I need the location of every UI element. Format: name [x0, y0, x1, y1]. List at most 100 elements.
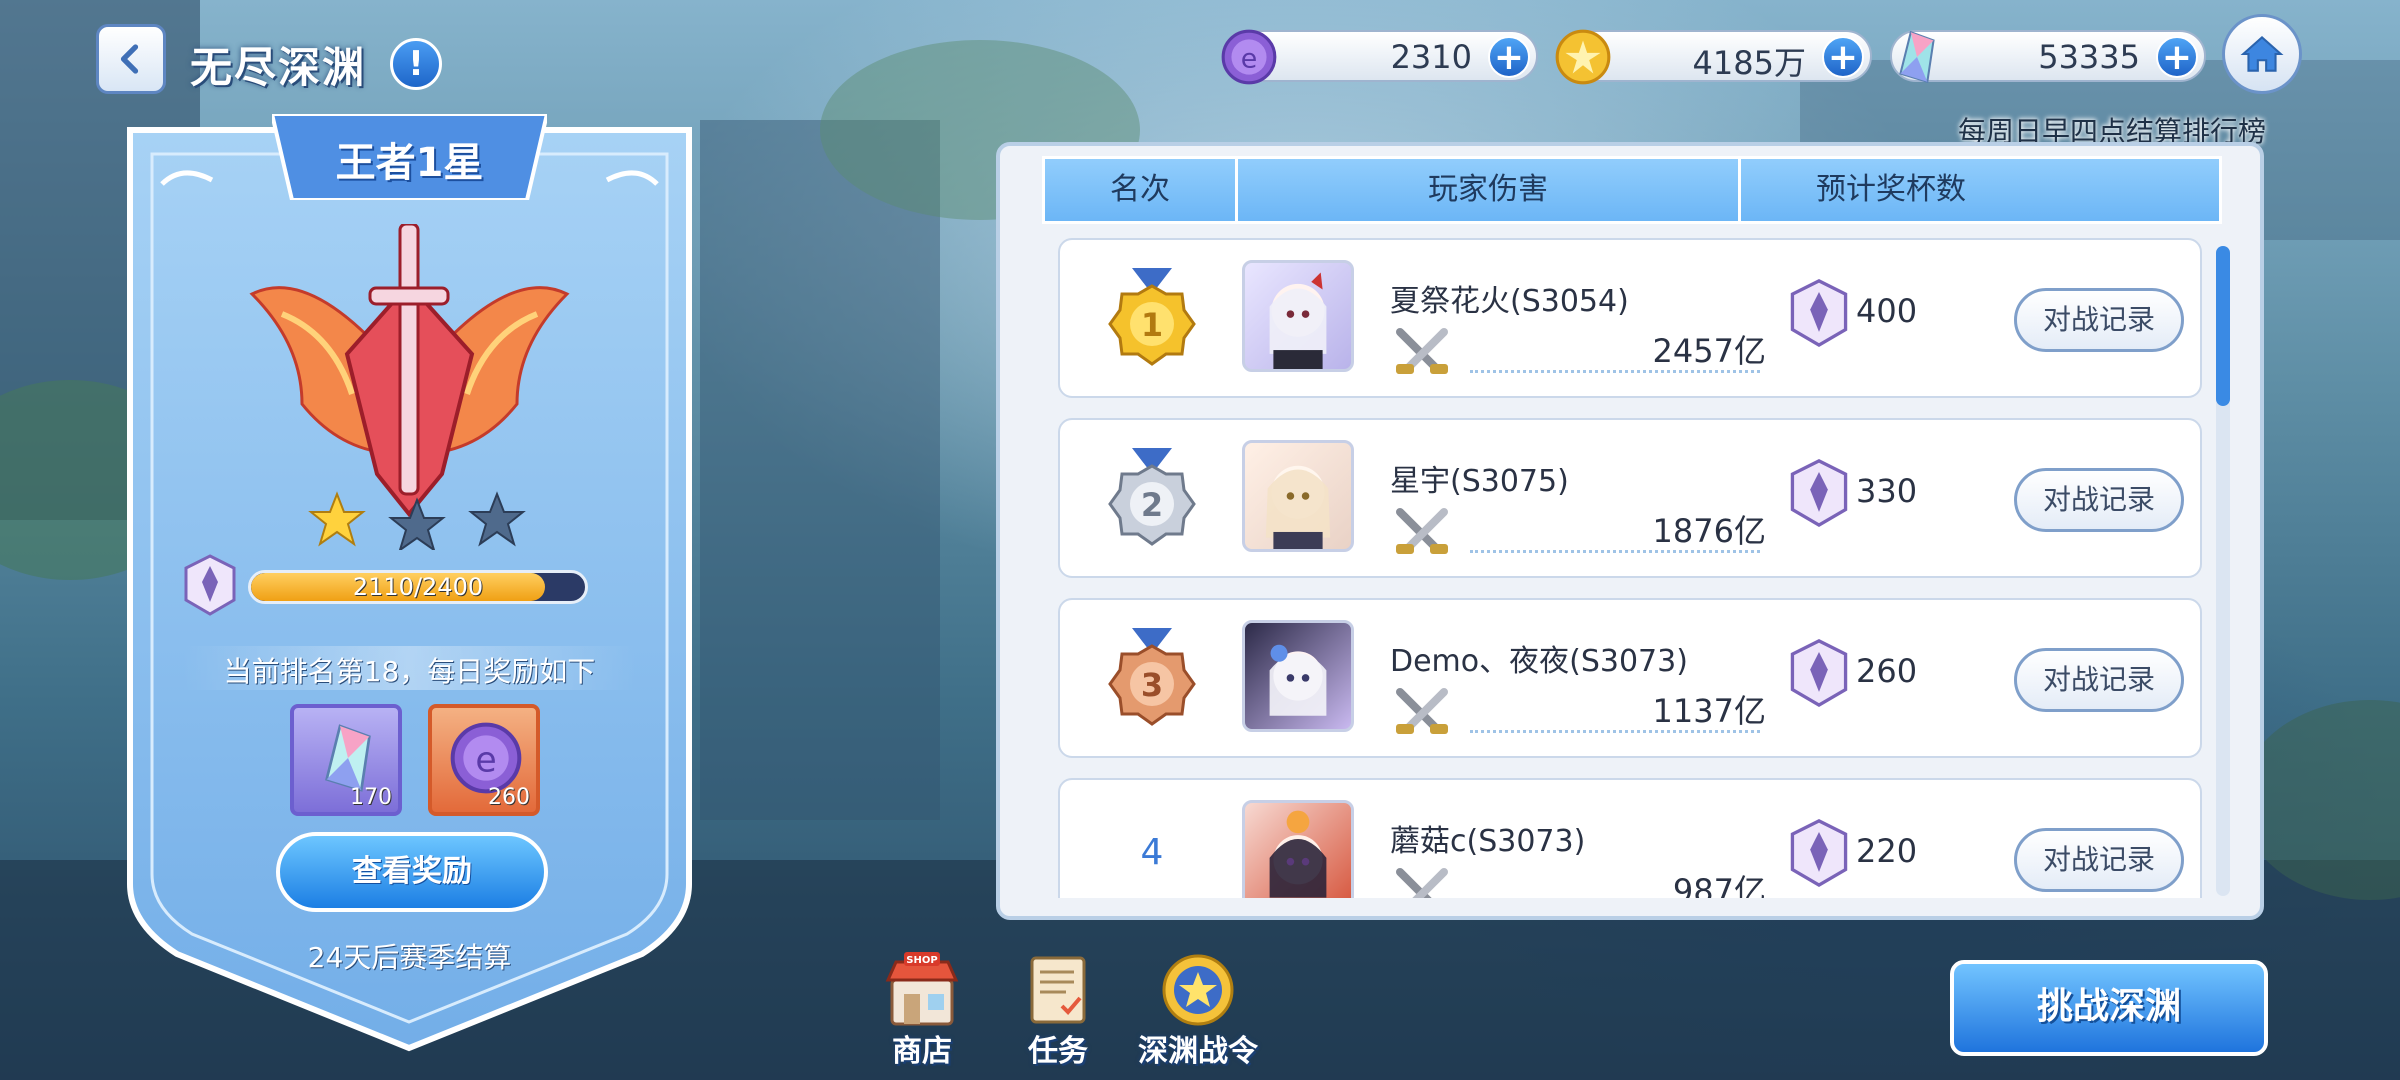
home-button[interactable] — [2222, 14, 2302, 94]
add-crystal-button[interactable]: + — [2156, 36, 2198, 78]
player-damage: 1876亿 — [1652, 512, 1766, 550]
player-portrait-icon — [1269, 810, 1327, 898]
svg-text:e: e — [1241, 43, 1258, 74]
expected-cups: 330 — [1856, 472, 1918, 510]
trophy-badge-icon — [184, 554, 236, 616]
task-scroll-icon — [1030, 956, 1086, 1024]
rank-progress-text: 2110/2400 — [352, 573, 484, 601]
currency-purple-coin: e 2310 + — [1221, 29, 1538, 85]
page-title: 无尽深渊 — [190, 43, 367, 92]
king-rank-emblem-icon — [249, 224, 570, 518]
star-empty-icon — [468, 491, 526, 547]
damage-underline — [1470, 370, 1760, 373]
currency-value: 53335 — [2038, 38, 2140, 76]
player-avatar[interactable] — [1242, 440, 1354, 552]
header-damage: 玩家伤害 — [1238, 159, 1741, 221]
add-gold-coin-button[interactable]: + — [1822, 36, 1864, 78]
nav-label: 深渊战令 — [1138, 1034, 1258, 1069]
player-damage: 987亿 — [1672, 872, 1766, 898]
leaderboard-row: 3 Demo、夜夜(S3073) 1137亿 260 对战记录 — [1058, 598, 2202, 758]
expected-cups: 400 — [1856, 292, 1918, 330]
trophy-badge-icon — [1790, 819, 1848, 888]
svg-text:3: 3 — [1141, 666, 1163, 704]
reward-qty: 260 — [488, 785, 530, 810]
daily-reward-strip: 当前排名第18，每日奖励如下 — [182, 646, 637, 690]
chevron-left-icon — [120, 44, 139, 74]
reward-qty: 170 — [350, 785, 392, 810]
expected-cups: 260 — [1856, 652, 1918, 690]
info-button[interactable]: ! — [390, 38, 442, 90]
player-name: Demo、夜夜(S3073) — [1390, 644, 1688, 679]
gold-medal-icon: 1 — [1108, 268, 1196, 366]
nav-tasks[interactable]: 任务 — [998, 950, 1118, 1070]
expected-cups: 220 — [1856, 832, 1918, 870]
header-rank: 名次 — [1045, 159, 1238, 221]
currency-crystal: 53335 + — [1890, 30, 2206, 84]
rank-stars — [308, 491, 526, 550]
damage-underline — [1470, 550, 1760, 553]
trophy-badge-icon — [1790, 639, 1848, 708]
rank-title: 王者1星 — [335, 140, 484, 186]
player-name: 夏祭花火(S3054) — [1390, 284, 1629, 319]
gold-coin-icon — [1555, 29, 1611, 85]
scrollbar-thumb[interactable] — [2216, 246, 2230, 406]
svg-text:e: e — [475, 740, 496, 780]
damage-underline — [1470, 730, 1760, 733]
season-countdown: 24天后赛季结算 — [307, 941, 512, 974]
player-portrait-icon — [1269, 272, 1327, 369]
crystal-icon — [1899, 30, 1935, 84]
leaderboard-panel: 名次 玩家伤害 预计奖杯数 1 夏祭花火(S3054) 2457亿 400 对战… — [996, 142, 2264, 920]
player-name: 星宇(S3075) — [1390, 464, 1569, 499]
player-portrait-icon — [1265, 465, 1331, 549]
crossed-swords-icon — [1396, 688, 1448, 734]
reward-item-crystal[interactable]: 170 — [290, 704, 402, 816]
crossed-swords-icon — [1396, 328, 1448, 374]
rank-panel: 王者1星 2110/2400 当前排名第18，每日奖励如下 170 e 260 … — [122, 114, 697, 1054]
leaderboard-list[interactable]: 1 夏祭花火(S3054) 2457亿 400 对战记录 2 星宇(S3075)… — [1058, 238, 2208, 898]
reward-item-purple-coin[interactable]: e 260 — [428, 704, 540, 816]
add-purple-coin-button[interactable]: + — [1488, 36, 1530, 78]
svg-text:2: 2 — [1141, 486, 1163, 524]
back-button[interactable] — [96, 24, 166, 94]
battle-record-button[interactable]: 对战记录 — [2014, 648, 2184, 712]
crossed-swords-icon — [1396, 508, 1448, 554]
player-avatar[interactable] — [1242, 260, 1354, 372]
battle-record-button[interactable]: 对战记录 — [2014, 468, 2184, 532]
player-portrait-icon — [1269, 644, 1327, 716]
svg-text:1: 1 — [1141, 306, 1163, 344]
leaderboard-row: 1 夏祭花火(S3054) 2457亿 400 对战记录 — [1058, 238, 2202, 398]
player-damage: 2457亿 — [1652, 332, 1766, 370]
leaderboard-row: 2 星宇(S3075) 1876亿 330 对战记录 — [1058, 418, 2202, 578]
currency-value: 2310 — [1390, 38, 1472, 76]
silver-medal-icon: 2 — [1108, 448, 1196, 546]
header-cups: 预计奖杯数 — [1816, 172, 1966, 207]
player-name: 蘑菇c(S3073) — [1390, 824, 1586, 859]
leaderboard-row: 4 蘑菇c(S3073) 987亿 220 对战记录 — [1058, 778, 2202, 898]
player-avatar[interactable] — [1242, 620, 1354, 732]
star-empty-icon — [388, 497, 446, 550]
currency-value: 4185万 — [1692, 44, 1806, 82]
nav-battle-pass[interactable]: 深渊战令 — [1138, 950, 1258, 1070]
rank-number: 4 — [1140, 832, 1164, 873]
trophy-badge-icon — [1790, 459, 1848, 528]
purple-coin-icon: e — [1221, 29, 1277, 85]
daily-reward-text: 当前排名第18，每日奖励如下 — [223, 655, 596, 688]
trophy-badge-icon — [1790, 279, 1848, 348]
currency-gold-coin: 4185万 + — [1555, 29, 1872, 85]
battle-record-button[interactable]: 对战记录 — [2014, 288, 2184, 352]
player-damage: 1137亿 — [1652, 692, 1766, 730]
star-filled-icon — [308, 491, 366, 547]
bronze-medal-icon: 3 — [1108, 628, 1196, 726]
battle-record-button[interactable]: 对战记录 — [2014, 828, 2184, 892]
shop-icon: SHOP — [885, 952, 959, 1026]
leaderboard-header: 名次 玩家伤害 预计奖杯数 — [1042, 156, 2222, 224]
shop-sign: SHOP — [906, 955, 937, 966]
challenge-abyss-button[interactable]: 挑战深渊 — [1950, 960, 2268, 1056]
rank-progress-bar: 2110/2400 — [248, 570, 588, 604]
nav-shop[interactable]: SHOP 商店 — [862, 950, 982, 1070]
view-rewards-button[interactable]: 查看奖励 — [276, 832, 548, 912]
crossed-swords-icon — [1396, 868, 1448, 898]
home-icon — [2240, 35, 2284, 72]
battle-pass-icon — [1162, 954, 1234, 1026]
player-avatar[interactable] — [1242, 800, 1354, 898]
